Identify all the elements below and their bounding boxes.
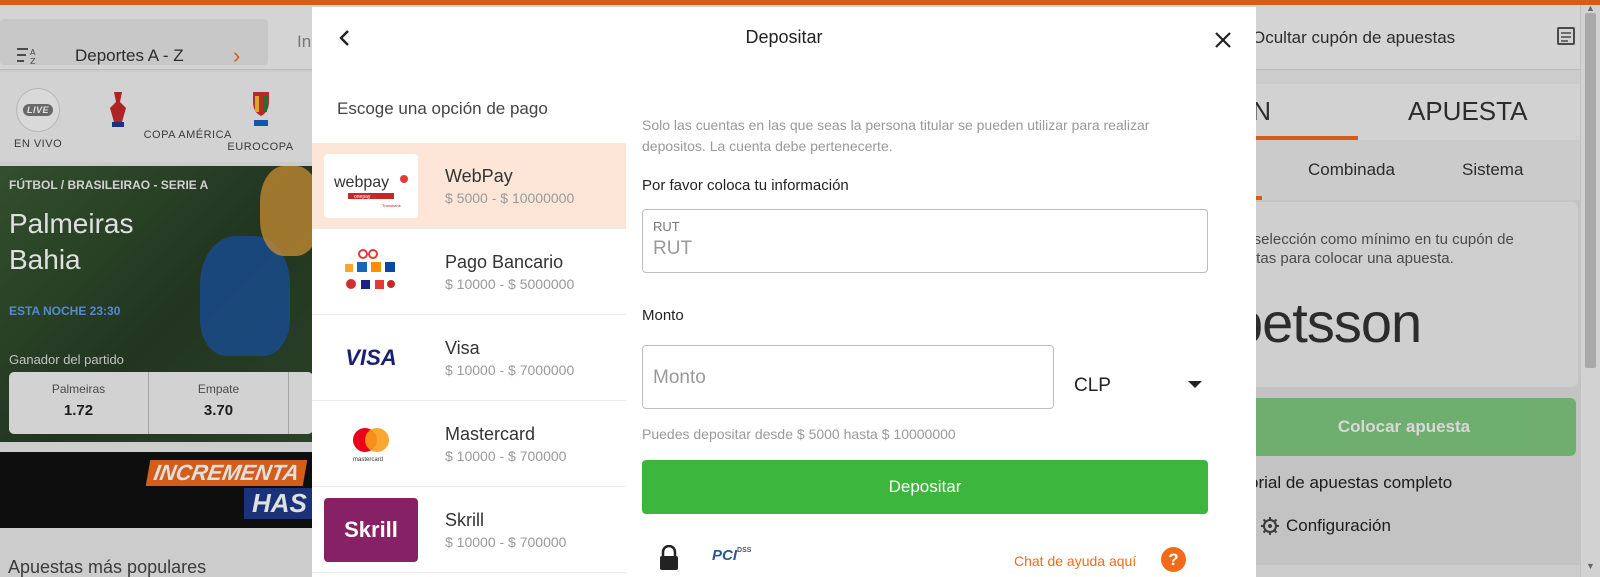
deposit-limits-text: Puedes depositar desde $ 5000 hasta $ 10… (642, 426, 956, 442)
payment-method-bank[interactable]: Pago Bancario $ 10000 - $ 5000000 (312, 229, 626, 315)
rut-input[interactable] (653, 238, 1193, 260)
close-button[interactable] (1208, 25, 1238, 55)
payment-method-range: $ 5000 - $ 10000000 (445, 190, 575, 206)
svg-text:mastercard: mastercard (353, 457, 383, 463)
visa-logo: VISA (345, 345, 397, 370)
svg-text:onepay: onepay (354, 194, 371, 200)
amount-section-label: Monto (642, 307, 684, 324)
bank-logos-graphic (345, 249, 395, 289)
payment-method-range: $ 10000 - $ 7000000 (445, 362, 575, 378)
payment-method-visa[interactable]: VISA Visa $ 10000 - $ 7000000 (312, 315, 626, 401)
account-owner-disclaimer: Solo las cuentas en las que seas la pers… (642, 117, 1150, 154)
pci-dss-badge: PCIDSS (712, 547, 752, 564)
deposit-button[interactable]: Depositar (642, 460, 1208, 514)
payment-method-range: $ 10000 - $ 700000 (445, 534, 567, 550)
info-section-label: Por favor coloca tu información (642, 177, 849, 194)
skrill-logo: Skrill (324, 498, 418, 562)
mastercard-logo-graphic: mastercard (353, 428, 389, 463)
rut-floating-label: RUT (653, 219, 680, 234)
help-chat-link[interactable]: Chat de ayuda aquí (1014, 553, 1136, 569)
payment-method-name: Visa (445, 338, 480, 358)
payment-method-list: webpay onepay Transbank WebPay $ 5000 - … (312, 143, 626, 573)
caret-down-icon (1188, 381, 1202, 388)
bank-logos (324, 240, 418, 304)
amount-field[interactable] (642, 345, 1054, 409)
mastercard-logo: mastercard (324, 412, 418, 476)
rut-field[interactable]: RUT (642, 209, 1208, 273)
svg-text:Transbank: Transbank (382, 203, 401, 208)
payment-method-name: WebPay (445, 166, 513, 186)
currency-value: CLP (1074, 375, 1111, 396)
currency-select[interactable]: CLP (1074, 369, 1208, 399)
payment-method-range: $ 10000 - $ 5000000 (445, 276, 575, 292)
svg-text:webpay: webpay (333, 174, 389, 191)
payment-options-column: Escoge una opción de pago webpay onepay … (312, 69, 626, 577)
payment-method-skrill[interactable]: Skrill Skrill $ 10000 - $ 700000 (312, 487, 626, 573)
amount-input[interactable] (653, 367, 1043, 389)
lock-icon (660, 545, 678, 570)
payment-method-name: Mastercard (445, 424, 536, 444)
modal-header: Depositar (312, 7, 1256, 69)
payment-method-name: Skrill (445, 510, 484, 530)
modal-footer: PCIDSS Chat de ayuda aquí ? (642, 539, 1208, 577)
webpay-logo-graphic: webpay onepay Transbank (333, 174, 408, 208)
deposit-modal: Depositar Escoge una opción de pago webp… (312, 7, 1256, 577)
payment-method-mastercard[interactable]: mastercard Mastercard $ 10000 - $ 700000 (312, 401, 626, 487)
payment-method-webpay[interactable]: webpay onepay Transbank WebPay $ 5000 - … (312, 143, 626, 229)
choose-payment-title: Escoge una opción de pago (337, 99, 548, 118)
help-icon[interactable]: ? (1161, 547, 1186, 572)
deposit-form: Solo las cuentas en las que seas la pers… (642, 69, 1208, 577)
close-icon (1215, 32, 1231, 48)
payment-method-range: $ 10000 - $ 700000 (445, 448, 567, 464)
payment-method-name: Pago Bancario (445, 252, 564, 272)
webpay-logo: webpay onepay Transbank (324, 154, 418, 218)
modal-title: Depositar (745, 27, 823, 47)
